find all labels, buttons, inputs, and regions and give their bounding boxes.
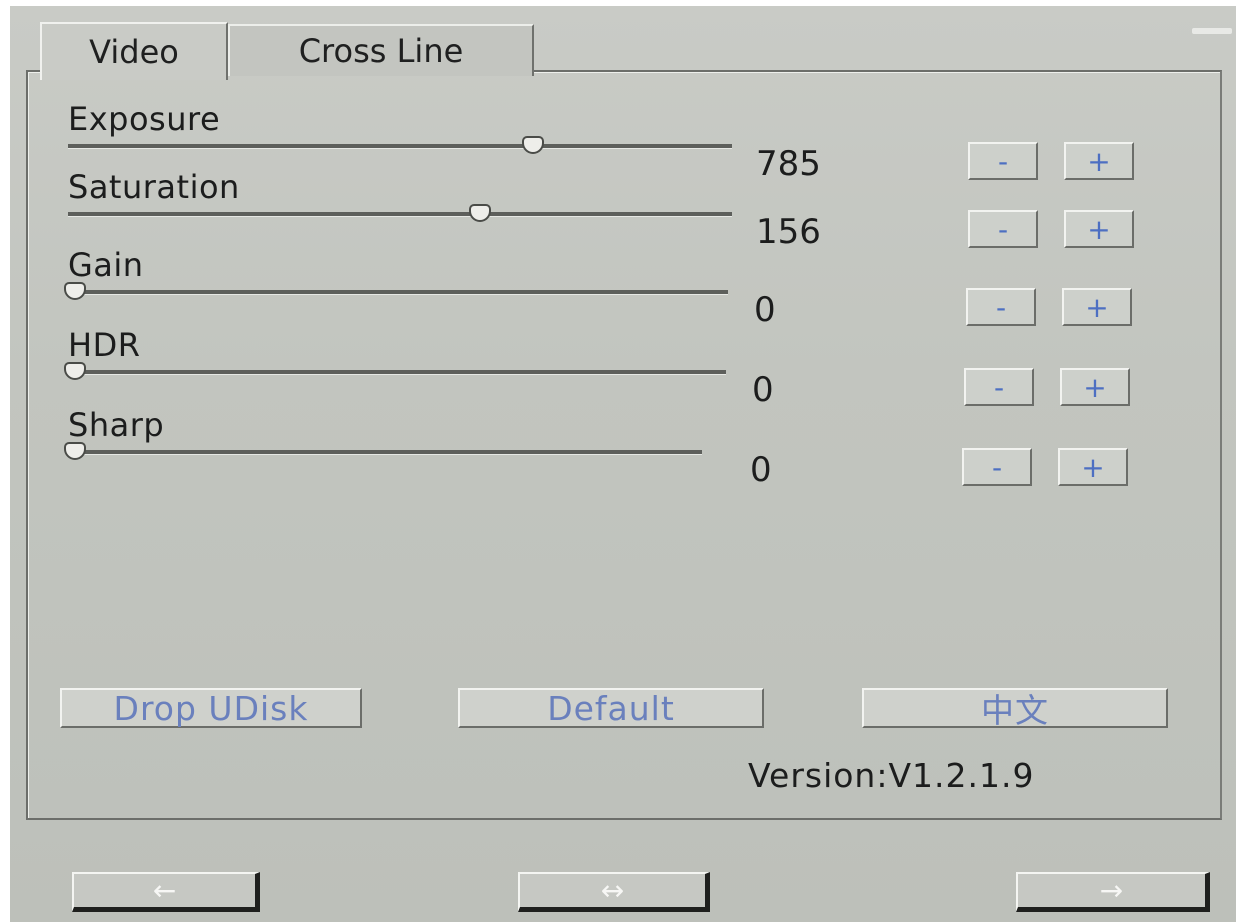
- exposure-slider-thumb[interactable]: [522, 136, 545, 154]
- move-button[interactable]: ↔: [518, 872, 710, 912]
- gain-slider-thumb[interactable]: [64, 282, 86, 300]
- video-settings-panel: Exposure 785 - + Saturation 156 - + Gain…: [26, 70, 1222, 820]
- arrow-left-icon: ←: [152, 874, 177, 907]
- sharp-slider-track[interactable]: [68, 450, 702, 455]
- sharp-slider-thumb[interactable]: [64, 442, 86, 460]
- gain-slider-track[interactable]: [68, 290, 728, 295]
- forward-button[interactable]: →: [1016, 872, 1210, 912]
- gain-increase-button[interactable]: +: [1062, 288, 1132, 326]
- hdr-increase-button[interactable]: +: [1060, 368, 1130, 406]
- sharp-increase-button[interactable]: +: [1058, 448, 1128, 486]
- drop-udisk-button[interactable]: Drop UDisk: [60, 688, 362, 728]
- gain-label: Gain: [68, 246, 144, 284]
- back-button[interactable]: ←: [72, 872, 260, 912]
- gain-row: Gain 0 - +: [28, 246, 1224, 330]
- move-arrows-icon: ↔: [600, 874, 625, 907]
- sharp-decrease-button[interactable]: -: [962, 448, 1032, 486]
- tab-video-label: Video: [89, 33, 179, 71]
- minimize-mark[interactable]: [1192, 28, 1232, 34]
- camera-settings-screen: Video Cross Line Exposure 785 - + Satura…: [10, 6, 1236, 922]
- tab-cross-line[interactable]: Cross Line: [228, 24, 534, 76]
- saturation-row: Saturation 156 - +: [28, 168, 1224, 252]
- exposure-label: Exposure: [68, 100, 221, 138]
- hdr-slider-track[interactable]: [68, 370, 726, 375]
- hdr-value: 0: [752, 370, 774, 410]
- tab-video[interactable]: Video: [40, 22, 228, 80]
- hdr-label: HDR: [68, 326, 141, 364]
- saturation-label: Saturation: [68, 168, 240, 206]
- arrow-right-icon: →: [1099, 874, 1124, 907]
- sharp-value: 0: [750, 450, 772, 490]
- gain-decrease-button[interactable]: -: [966, 288, 1036, 326]
- gain-value: 0: [754, 290, 776, 330]
- hdr-decrease-button[interactable]: -: [964, 368, 1034, 406]
- saturation-slider-track[interactable]: [68, 212, 732, 217]
- exposure-slider-track[interactable]: [68, 144, 732, 149]
- language-button[interactable]: 中文: [862, 688, 1168, 730]
- saturation-slider-thumb[interactable]: [469, 204, 492, 222]
- hdr-row: HDR 0 - +: [28, 326, 1224, 410]
- hdr-slider-thumb[interactable]: [64, 362, 86, 380]
- tab-cross-line-label: Cross Line: [298, 32, 464, 70]
- version-label: Version:V1.2.1.9: [748, 756, 1035, 795]
- default-button[interactable]: Default: [458, 688, 764, 728]
- saturation-increase-button[interactable]: +: [1064, 210, 1134, 248]
- sharp-label: Sharp: [68, 406, 165, 444]
- saturation-decrease-button[interactable]: -: [968, 210, 1038, 248]
- sharp-row: Sharp 0 - +: [28, 406, 1224, 490]
